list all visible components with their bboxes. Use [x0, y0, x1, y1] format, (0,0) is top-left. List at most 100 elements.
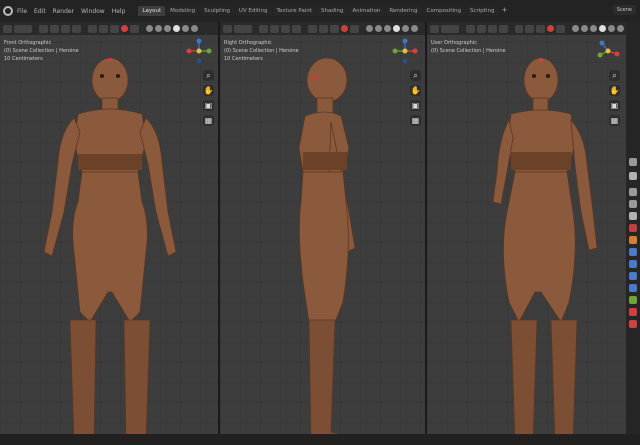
solid-shading-icon[interactable] — [599, 25, 606, 32]
grid-icon[interactable]: ▦ — [203, 115, 214, 126]
pivot-button[interactable] — [99, 24, 108, 33]
output-properties-icon[interactable] — [629, 188, 637, 196]
add-menu-button[interactable] — [61, 24, 70, 33]
object-mode-button[interactable] — [14, 24, 32, 33]
viewport-front[interactable]: Front Orthographic (0) Scene Collection … — [0, 22, 218, 434]
add-menu-button[interactable] — [487, 24, 497, 33]
object-menu-button[interactable] — [498, 24, 508, 33]
tool-properties-icon[interactable] — [629, 158, 637, 166]
tab-compositing[interactable]: Compositing — [422, 6, 465, 16]
snap-button[interactable] — [110, 24, 119, 33]
proportional-edit-button[interactable] — [556, 24, 566, 33]
menu-file[interactable]: File — [17, 8, 27, 15]
overlay-toggle-icon[interactable] — [547, 25, 555, 32]
gizmo-toggle-icon[interactable] — [155, 25, 162, 32]
select-menu-button[interactable] — [476, 24, 486, 33]
view-menu-button[interactable] — [39, 24, 48, 33]
world-properties-icon[interactable] — [629, 224, 637, 232]
hand-icon[interactable]: ✋ — [609, 85, 620, 96]
grid-icon[interactable]: ▦ — [609, 115, 620, 126]
tab-rendering[interactable]: Rendering — [385, 6, 422, 16]
texture-properties-icon[interactable] — [629, 320, 637, 328]
menu-window[interactable]: Window — [81, 8, 105, 15]
visibility-icon[interactable] — [572, 25, 580, 32]
pivot-button[interactable] — [525, 24, 535, 33]
solid-shading-icon[interactable] — [393, 25, 400, 32]
zoom-icon[interactable]: ⌕ — [410, 70, 421, 81]
object-properties-icon[interactable] — [629, 236, 637, 244]
scene-properties-icon[interactable] — [629, 212, 637, 220]
solid-shading-icon[interactable] — [173, 25, 180, 32]
camera-icon[interactable]: ▣ — [609, 100, 620, 111]
overlay-toggle-icon[interactable] — [341, 25, 348, 32]
rendered-shading-icon[interactable] — [191, 25, 198, 32]
overlay-toggle-icon[interactable] — [121, 25, 128, 32]
material-shading-icon[interactable] — [182, 25, 189, 32]
material-shading-icon[interactable] — [402, 25, 409, 32]
gizmo-toggle-icon[interactable] — [375, 25, 382, 32]
material-properties-icon[interactable] — [629, 308, 637, 316]
transform-orientation-button[interactable] — [308, 24, 317, 33]
select-menu-button[interactable] — [270, 24, 279, 33]
navigation-gizmo-icon[interactable] — [392, 38, 418, 64]
camera-icon[interactable]: ▣ — [410, 100, 421, 111]
view-menu-button[interactable] — [259, 24, 268, 33]
tab-layout[interactable]: Layout — [138, 6, 166, 16]
constraint-properties-icon[interactable] — [629, 284, 637, 292]
tab-animation[interactable]: Animation — [348, 6, 385, 16]
character-side-view[interactable] — [275, 52, 375, 434]
scene-selector[interactable]: Scene — [612, 5, 636, 15]
transform-orientation-button[interactable] — [514, 24, 524, 33]
xray-icon[interactable] — [590, 25, 598, 32]
material-shading-icon[interactable] — [608, 25, 615, 32]
transform-orientation-button[interactable] — [88, 24, 97, 33]
zoom-icon[interactable]: ⌕ — [609, 70, 620, 81]
menu-render[interactable]: Render — [53, 8, 74, 15]
xray-icon[interactable] — [384, 25, 391, 32]
object-mode-button[interactable] — [234, 24, 252, 33]
tab-modeling[interactable]: Modeling — [166, 6, 200, 16]
blender-logo-icon[interactable] — [3, 6, 13, 16]
rendered-shading-icon[interactable] — [411, 25, 418, 32]
menu-help[interactable]: Help — [112, 8, 126, 15]
tab-scripting[interactable]: Scripting — [466, 6, 499, 16]
proportional-edit-button[interactable] — [350, 24, 359, 33]
tab-texture-paint[interactable]: Texture Paint — [272, 6, 317, 16]
proportional-edit-button[interactable] — [130, 24, 139, 33]
editor-type-button[interactable] — [223, 24, 232, 33]
render-properties-icon[interactable] — [629, 172, 637, 180]
add-workspace-button[interactable]: + — [501, 6, 507, 16]
viewport-user[interactable]: User Orthographic (0) Scene Collection |… — [427, 22, 626, 434]
editor-type-button[interactable] — [430, 24, 439, 33]
object-menu-button[interactable] — [72, 24, 81, 33]
rendered-shading-icon[interactable] — [616, 25, 624, 32]
grid-icon[interactable]: ▦ — [410, 115, 421, 126]
tab-shading[interactable]: Shading — [317, 6, 348, 16]
character-perspective-view[interactable] — [467, 52, 607, 434]
snap-button[interactable] — [330, 24, 339, 33]
camera-icon[interactable]: ▣ — [203, 100, 214, 111]
select-menu-button[interactable] — [50, 24, 59, 33]
physics-properties-icon[interactable] — [629, 272, 637, 280]
visibility-icon[interactable] — [366, 25, 373, 32]
data-properties-icon[interactable] — [629, 296, 637, 304]
particle-properties-icon[interactable] — [629, 260, 637, 268]
hand-icon[interactable]: ✋ — [410, 85, 421, 96]
view-menu-button[interactable] — [465, 24, 475, 33]
tab-uv-editing[interactable]: UV Editing — [234, 6, 272, 16]
object-menu-button[interactable] — [292, 24, 301, 33]
add-menu-button[interactable] — [281, 24, 290, 33]
character-front-view[interactable] — [30, 52, 190, 434]
pivot-button[interactable] — [319, 24, 328, 33]
gizmo-toggle-icon[interactable] — [581, 25, 589, 32]
view-layer-properties-icon[interactable] — [629, 200, 637, 208]
xray-icon[interactable] — [164, 25, 171, 32]
zoom-icon[interactable]: ⌕ — [203, 70, 214, 81]
hand-icon[interactable]: ✋ — [203, 85, 214, 96]
object-mode-button[interactable] — [440, 24, 459, 33]
menu-edit[interactable]: Edit — [34, 8, 46, 15]
viewport-right[interactable]: Right Orthographic (0) Scene Collection … — [220, 22, 425, 434]
tab-sculpting[interactable]: Sculpting — [200, 6, 234, 16]
snap-button[interactable] — [536, 24, 546, 33]
editor-type-button[interactable] — [3, 24, 12, 33]
